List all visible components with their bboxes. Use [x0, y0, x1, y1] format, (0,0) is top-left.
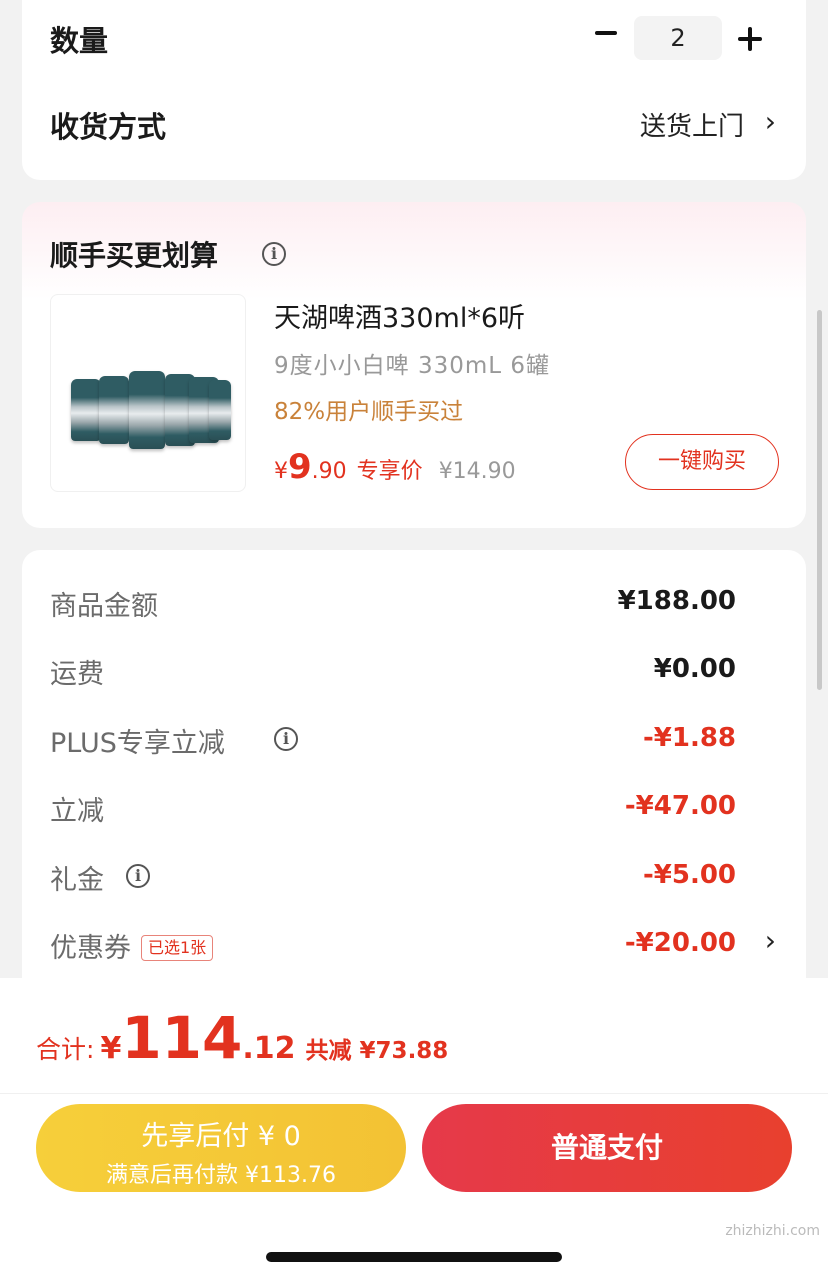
coupon-selected-badge: 已选1张: [141, 935, 214, 961]
total-decimal: .12: [242, 1031, 296, 1066]
shipping-label: 运费: [50, 659, 104, 690]
pay-later-button[interactable]: 先享后付 ¥ 0 满意后再付款 ¥113.76: [36, 1104, 406, 1192]
delivery-method-label: 收货方式: [50, 110, 167, 144]
one-click-buy-button[interactable]: 一键购买: [625, 434, 779, 490]
product-name[interactable]: 天湖啤酒330ml*6听: [274, 296, 525, 335]
home-indicator[interactable]: [266, 1252, 562, 1262]
product-subtitle: 9度小小白啤 330mL 6罐: [274, 353, 551, 379]
exclusive-price-tag: 专享价: [356, 459, 423, 484]
beer-can-image: [99, 376, 129, 444]
info-icon[interactable]: i: [126, 864, 150, 888]
quantity-label: 数量: [50, 24, 109, 58]
plus-discount-label: PLUS专享立减: [50, 728, 225, 759]
beer-can-image: [71, 379, 101, 441]
gift-money-label: 礼金: [50, 865, 104, 896]
chevron-right-icon[interactable]: ›: [765, 924, 776, 957]
addon-recommendation-card: 顺手买更划算 i 天湖啤酒330ml*6听 9度小小白啤 330mL 6罐 82…: [22, 202, 806, 528]
summary-row: 运费 ¥0.00: [22, 652, 806, 692]
price-summary-card: 商品金额 ¥188.00 运费 ¥0.00 PLUS专享立减 i -¥1.88 …: [22, 550, 806, 1010]
quantity-input[interactable]: 2: [634, 16, 722, 60]
coupon-label: 优惠券 已选1张: [50, 926, 214, 965]
pay-later-subtitle: 满意后再付款 ¥113.76: [106, 1163, 336, 1188]
instant-discount-label: 立减: [50, 796, 104, 827]
summary-row: 礼金 i -¥5.00: [22, 858, 806, 898]
gift-money-value: -¥5.00: [642, 860, 736, 890]
quantity-decrease-button[interactable]: [592, 18, 622, 48]
price-currency: ¥: [274, 459, 288, 484]
beer-can-image: [129, 371, 165, 449]
coupon-row[interactable]: 优惠券 已选1张 -¥20.00 ›: [22, 924, 806, 966]
plus-discount-value: -¥1.88: [642, 723, 736, 753]
checkout-bar: 合计: ¥114.12 共减 ¥73.88 先享后付 ¥ 0 满意后再付款 ¥113…: [0, 978, 828, 1282]
watermark: zhizhizhi.com: [725, 1223, 820, 1239]
summary-row: 立减 -¥47.00: [22, 789, 806, 829]
beer-can-image: [209, 380, 231, 440]
summary-row: 商品金额 ¥188.00: [22, 584, 806, 624]
subtotal-label: 商品金额: [50, 591, 158, 622]
coupon-value: -¥20.00: [624, 928, 736, 958]
summary-row: PLUS专享立减 i -¥1.88: [22, 721, 806, 761]
price-decimal: .90: [311, 459, 347, 484]
divider: [0, 1093, 828, 1094]
product-popularity: 82%用户顺手买过: [274, 399, 464, 425]
pay-later-title: 先享后付 ¥ 0: [141, 1121, 301, 1152]
coupon-label-text: 优惠券: [50, 933, 131, 964]
total-label: 合计:: [36, 1035, 95, 1064]
addon-title: 顺手买更划算: [50, 239, 219, 272]
price-integer: 9: [288, 447, 312, 487]
order-total: 合计: ¥114.12 共减 ¥73.88: [36, 1004, 448, 1072]
scrollbar[interactable]: [817, 310, 822, 690]
product-price: ¥9.90 专享价 ¥14.90: [274, 447, 516, 487]
chevron-right-icon[interactable]: ›: [765, 105, 776, 138]
info-icon[interactable]: i: [262, 242, 286, 266]
delivery-method-value[interactable]: 送货上门: [640, 106, 744, 143]
total-saved: 共减 ¥73.88: [305, 1038, 449, 1064]
product-image[interactable]: [50, 294, 246, 492]
order-options-card: 数量 2 收货方式 送货上门 ›: [22, 0, 806, 180]
original-price: ¥14.90: [438, 459, 516, 484]
instant-discount-value: -¥47.00: [624, 791, 736, 821]
total-integer: 114: [121, 1004, 243, 1072]
normal-pay-button[interactable]: 普通支付: [422, 1104, 792, 1192]
quantity-increase-button[interactable]: [736, 25, 764, 53]
shipping-value: ¥0.00: [653, 654, 736, 684]
subtotal-value: ¥188.00: [617, 586, 736, 616]
info-icon[interactable]: i: [274, 727, 298, 751]
total-currency: ¥: [100, 1031, 122, 1066]
